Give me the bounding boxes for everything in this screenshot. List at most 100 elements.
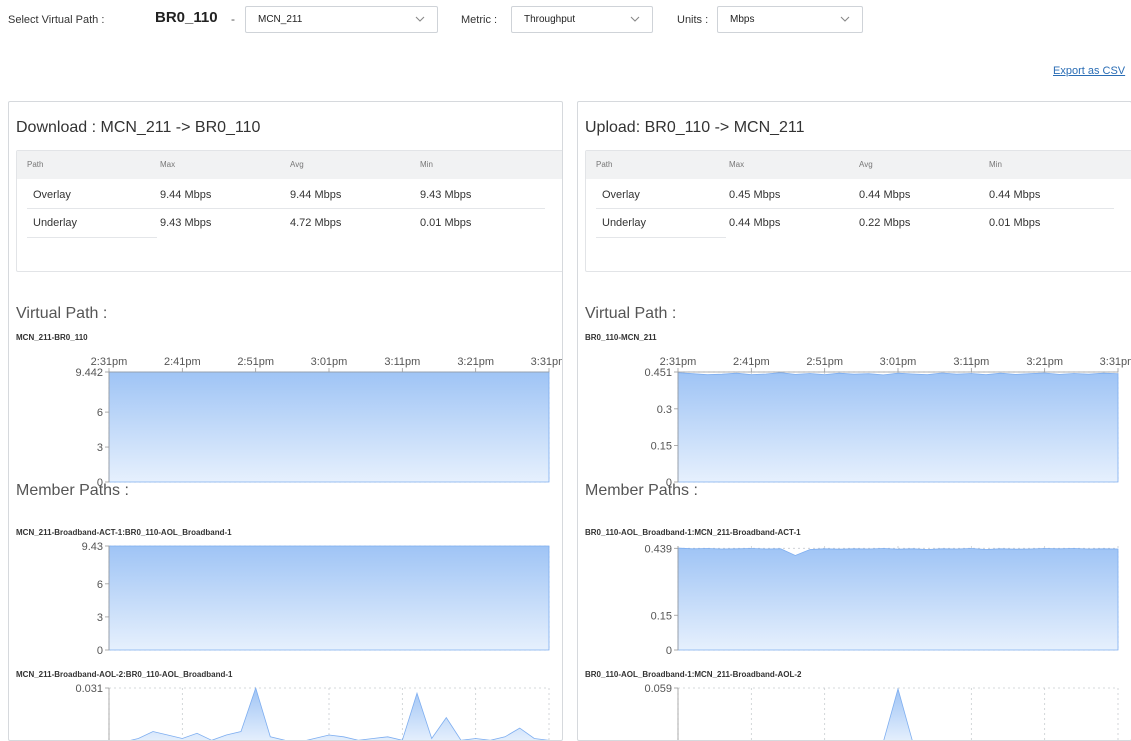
y-tick-label: 9.43 (82, 541, 103, 553)
table-cell: 9.43 Mbps (160, 217, 212, 229)
table-cell: 0.44 Mbps (729, 217, 781, 229)
table-cell: 4.72 Mbps (290, 217, 342, 229)
table-cell: Underlay (602, 217, 647, 229)
series-area (677, 372, 1119, 483)
row-divider (27, 237, 157, 238)
site-separator: - (231, 12, 235, 26)
stats-table: Path Max Avg Min Overlay 0.45 Mbps 0.44 … (585, 150, 1131, 272)
chart-name: BR0_110-AOL_Broadband-1:MCN_211-Broadban… (585, 528, 801, 537)
chart-name: BR0_110-AOL_Broadband-1:MCN_211-Broadban… (585, 670, 802, 679)
table-cell: 0.44 Mbps (989, 189, 1041, 201)
table-cell: 0.22 Mbps (859, 217, 911, 229)
table-cell: 0.45 Mbps (729, 189, 781, 201)
metric-value: Throughput (524, 14, 576, 25)
y-tick-label: 0.3 (657, 404, 672, 416)
column-header: Path (27, 160, 44, 169)
x-tick-label: 3:31pm (531, 356, 563, 368)
virtual-path-title: Virtual Path : (16, 305, 108, 322)
column-header: Max (729, 160, 745, 169)
units-value: Mbps (730, 14, 755, 25)
x-tick-label: 3:11pm (953, 356, 989, 368)
table-cell: 0.44 Mbps (859, 189, 911, 201)
y-tick-label: 0.439 (644, 543, 672, 555)
column-header: Min (989, 160, 1002, 169)
x-tick-label: 3:11pm (384, 356, 420, 368)
panel-title: Download : MCN_211 -> BR0_110 (16, 119, 261, 136)
row-divider (596, 208, 1114, 209)
member-path-chart: 0.439 0.15 0 (644, 543, 1119, 657)
metric-select[interactable]: Throughput (511, 6, 653, 33)
x-tick-label: 3:21pm (457, 356, 494, 368)
x-tick-label: 3:31pm (1100, 356, 1131, 368)
table-cell: Overlay (602, 189, 640, 201)
units-select[interactable]: Mbps (717, 6, 863, 33)
table-cell: Overlay (33, 189, 71, 201)
y-tick-label: 0 (666, 645, 672, 657)
y-tick-label: 0 (97, 645, 103, 657)
units-label: Units : (677, 14, 709, 26)
table-cell: 9.44 Mbps (290, 189, 342, 201)
virtual-path-chart: 0.4510.30.1502:31pm 2:41pm 2:51pm 3:01pm 3:1… (644, 356, 1131, 489)
member-path-chart: 9.43 6 3 0 (82, 541, 550, 657)
x-tick-label: 2:41pm (733, 356, 770, 368)
row-divider (596, 237, 726, 238)
series-area (677, 547, 1119, 651)
metric-label: Metric : (461, 14, 498, 26)
upload-panel: Upload: BR0_110 -> MCN_211 Path Max Avg … (577, 101, 1131, 741)
x-tick-label: 2:51pm (237, 356, 274, 368)
y-tick-label: 6 (97, 579, 103, 591)
chevron-down-icon (415, 16, 425, 22)
chevron-down-icon (840, 16, 850, 22)
x-tick-label: 2:31pm (660, 356, 697, 368)
column-header: Min (420, 160, 433, 169)
chevron-down-icon (630, 16, 640, 22)
x-tick-label: 3:01pm (311, 356, 348, 368)
y-tick-label: 0.15 (651, 440, 672, 452)
series-area (108, 545, 550, 651)
table-cell: 0.01 Mbps (420, 217, 472, 229)
y-tick-label: 0.031 (75, 683, 103, 695)
stats-table: Path Max Avg Min Overlay 9.44 Mbps 9.44 … (16, 150, 562, 272)
member-paths-title: Member Paths : (16, 482, 129, 499)
table-cell: 9.44 Mbps (160, 189, 212, 201)
table-header: Path Max Avg Min (586, 151, 1131, 179)
member-path-chart: 0.031 (75, 683, 550, 740)
chart-name: BR0_110-MCN_211 (585, 333, 657, 342)
table-cell: 0.01 Mbps (989, 217, 1041, 229)
y-tick-label: 6 (97, 407, 103, 419)
column-header: Path (596, 160, 613, 169)
virtual-path-select[interactable]: MCN_211 (245, 6, 438, 33)
select-virtual-path-label: Select Virtual Path : (8, 14, 105, 26)
column-header: Avg (290, 160, 304, 169)
y-tick-label: 0.059 (644, 683, 672, 695)
series-area (883, 687, 913, 740)
chart-name: MCN_211-Broadband-AOL-2:BR0_110-AOL_Broa… (16, 670, 233, 679)
chart-name: MCN_211-BR0_110 (16, 333, 88, 342)
x-tick-label: 3:21pm (1026, 356, 1063, 368)
table-header: Path Max Avg Min (17, 151, 562, 179)
x-tick-label: 3:01pm (880, 356, 917, 368)
download-panel: Download : MCN_211 -> BR0_110 Path Max A… (8, 101, 563, 741)
y-tick-label: 0.451 (644, 367, 672, 379)
filter-bar: Select Virtual Path : BR0_110 - MCN_211 … (0, 0, 1131, 44)
y-tick-label: 3 (97, 612, 103, 624)
table-cell: Underlay (33, 217, 78, 229)
column-header: Max (160, 160, 176, 169)
series-area (108, 371, 550, 483)
virtual-path-chart: 9.4426302:31pm 2:41pm 2:51pm 3:01pm 3:11pm 3:… (75, 356, 563, 489)
column-header: Avg (859, 160, 873, 169)
x-tick-label: 2:41pm (164, 356, 201, 368)
virtual-path-value: MCN_211 (258, 14, 303, 25)
export-csv-link[interactable]: Export as CSV (1053, 65, 1125, 77)
member-paths-title: Member Paths : (585, 482, 698, 499)
y-tick-label: 3 (97, 442, 103, 454)
chart-name: MCN_211-Broadband-ACT-1:BR0_110-AOL_Broa… (16, 528, 232, 537)
row-divider (27, 208, 545, 209)
member-path-chart: 0.059 (644, 683, 1119, 740)
y-tick-label: 9.442 (75, 367, 103, 379)
table-cell: 9.43 Mbps (420, 189, 472, 201)
x-tick-label: 2:51pm (806, 356, 843, 368)
virtual-path-title: Virtual Path : (585, 305, 677, 322)
y-tick-label: 0.15 (651, 610, 672, 622)
x-tick-label: 2:31pm (91, 356, 128, 368)
